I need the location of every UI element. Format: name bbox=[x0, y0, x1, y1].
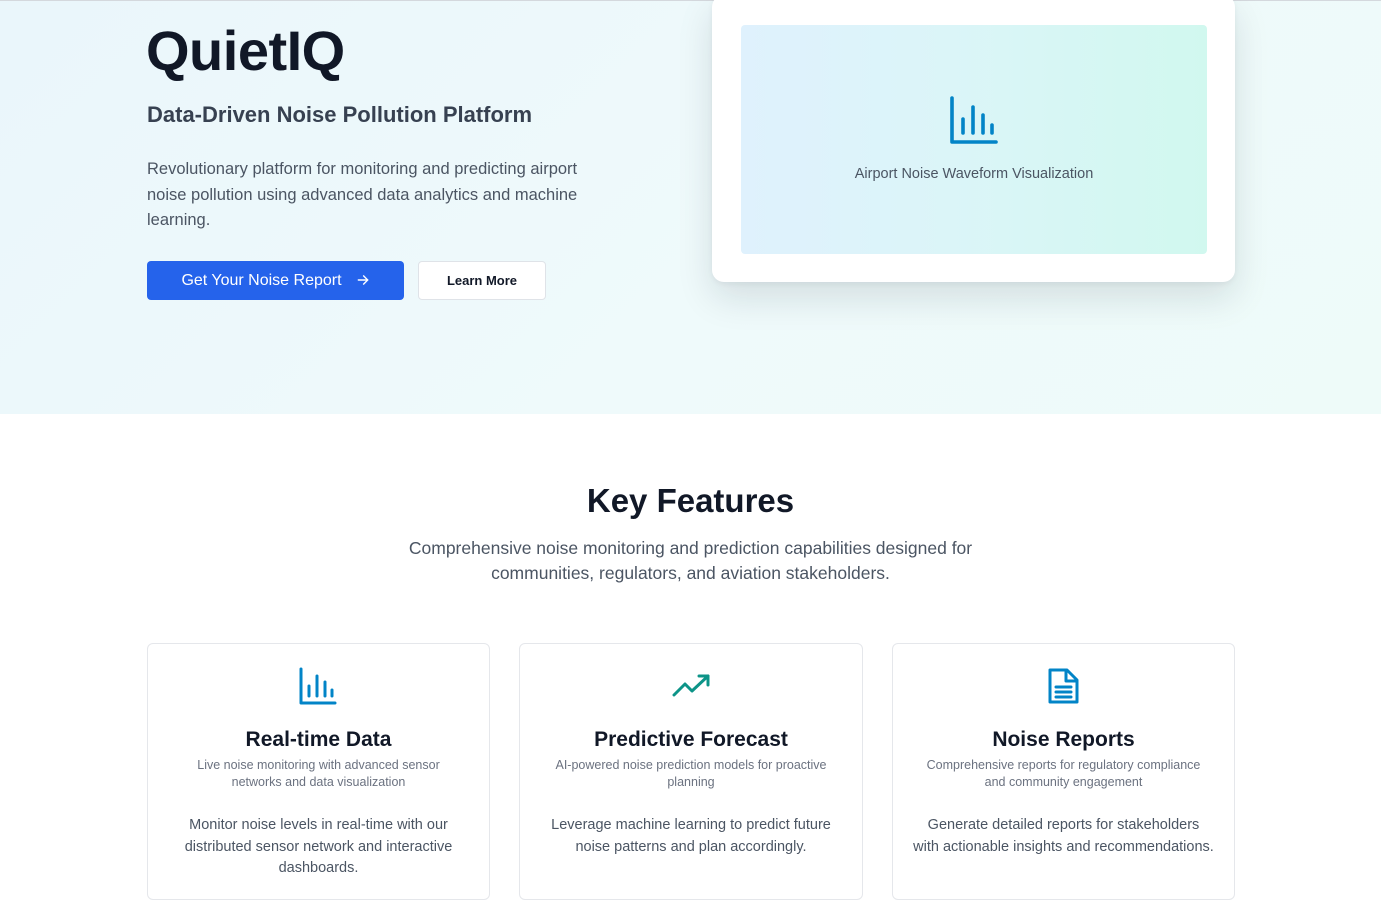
feature-title: Predictive Forecast bbox=[594, 728, 788, 751]
trending-up-icon bbox=[672, 666, 712, 706]
feature-title: Real-time Data bbox=[245, 728, 392, 751]
feature-subtitle: Comprehensive reports for regulatory com… bbox=[926, 758, 1201, 789]
feature-body: Generate detailed reports for stakeholde… bbox=[913, 817, 1214, 855]
noise-waveform-visualization: Airport Noise Waveform Visualization bbox=[741, 25, 1207, 254]
hero-section: QuietIQ Data-Driven Noise Pollution Plat… bbox=[0, 0, 1381, 414]
get-noise-report-label: Get Your Noise Report bbox=[181, 271, 342, 289]
brand-title: QuietIQ bbox=[146, 19, 345, 82]
feature-subtitle: Live noise monitoring with advanced sens… bbox=[197, 758, 440, 789]
page: QuietIQ Data-Driven Noise Pollution Plat… bbox=[0, 0, 1381, 920]
feature-card-noise-reports: Noise Reports Comprehensive reports for … bbox=[892, 643, 1235, 900]
feature-title: Noise Reports bbox=[992, 728, 1135, 751]
feature-subtitle: AI-powered noise prediction models for p… bbox=[555, 758, 827, 789]
features-subtitle: Comprehensive noise monitoring and predi… bbox=[408, 538, 973, 583]
get-noise-report-button[interactable]: Get Your Noise Report bbox=[147, 261, 404, 300]
feature-card-realtime-data: Real-time Data Live noise monitoring wit… bbox=[147, 643, 490, 900]
arrow-right-icon bbox=[356, 273, 370, 289]
learn-more-button[interactable]: Learn More bbox=[418, 261, 546, 300]
bar-chart-icon bbox=[949, 95, 999, 145]
learn-more-label: Learn More bbox=[446, 273, 518, 288]
visualization-caption: Airport Noise Waveform Visualization bbox=[854, 166, 1094, 182]
features-title: Key Features bbox=[586, 482, 795, 519]
feature-card-predictive-forecast: Predictive Forecast AI-powered noise pre… bbox=[519, 643, 863, 900]
feature-body: Monitor noise levels in real-time with o… bbox=[184, 817, 453, 876]
feature-body: Leverage machine learning to predict fut… bbox=[551, 817, 831, 855]
hero-description: Revolutionary platform for monitoring an… bbox=[147, 160, 578, 229]
hero-subtitle: Data-Driven Noise Pollution Platform bbox=[147, 102, 533, 127]
visualization-card: Airport Noise Waveform Visualization bbox=[712, 0, 1235, 282]
document-icon bbox=[1043, 666, 1083, 706]
bar-chart-icon bbox=[298, 666, 338, 706]
